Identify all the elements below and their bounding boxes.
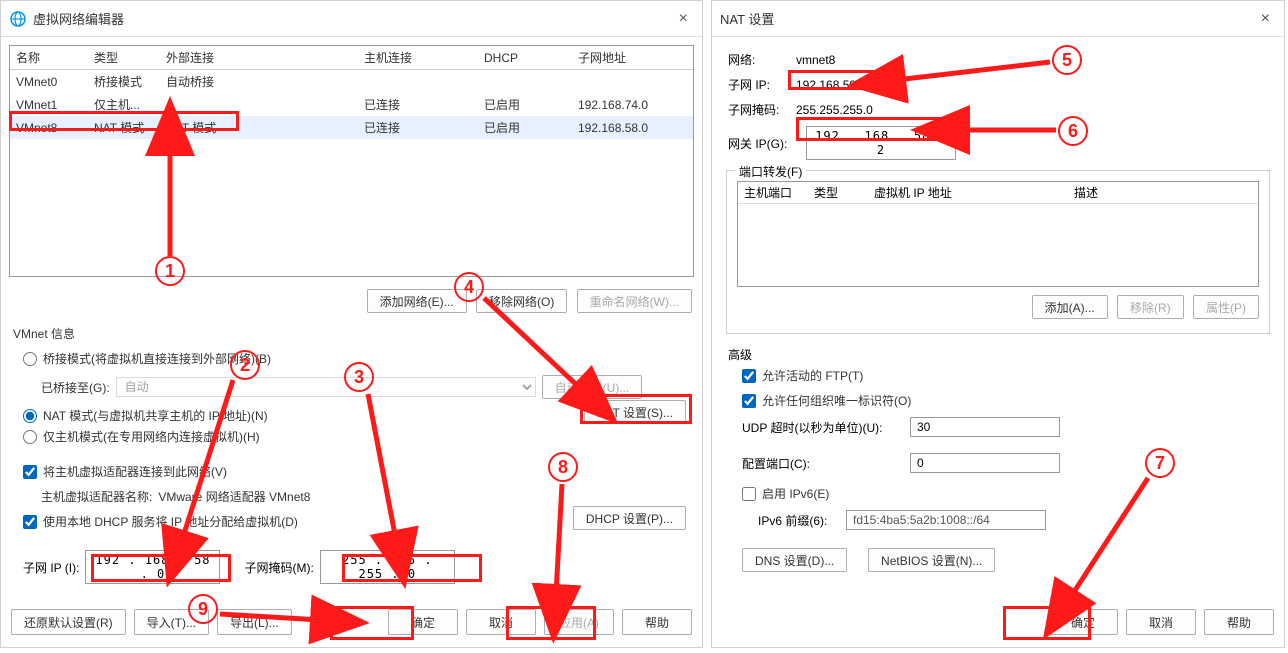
subnet-mask-input[interactable]: 255 . 255 . 255 . 0 <box>320 550 455 584</box>
check-ipv6[interactable] <box>742 487 756 501</box>
radio-nat[interactable] <box>23 409 37 423</box>
dialog-title: 虚拟网络编辑器 <box>33 9 673 28</box>
apply-button[interactable]: 应用(A) <box>544 609 614 635</box>
col-host[interactable]: 主机连接 <box>358 46 478 70</box>
titlebar: 虚拟网络编辑器 × <box>1 1 702 37</box>
ok-button[interactable]: 确定 <box>388 609 458 635</box>
subnet-mask-value: 255.255.255.0 <box>796 103 873 117</box>
titlebar: NAT 设置 × <box>712 1 1284 37</box>
check-host-adapter-row[interactable]: 将主机虚拟适配器连接到此网络(V) <box>1 459 702 484</box>
virtual-network-editor-dialog: 虚拟网络编辑器 × 名称 类型 外部连接 主机连接 DHCP 子网地址 VMne… <box>0 0 703 648</box>
vmnet-info-label: VMnet 信息 <box>1 321 702 346</box>
nat-settings-dialog: NAT 设置 × 网络: vmnet8 子网 IP: 192.168.58.0 … <box>711 0 1285 648</box>
network-value: vmnet8 <box>796 53 835 67</box>
host-adapter-name-label: 主机虚拟适配器名称: <box>41 488 152 505</box>
subnet-ip-label: 子网 IP (I): <box>23 559 79 576</box>
ok-button[interactable]: 确定 <box>1048 609 1118 635</box>
close-icon[interactable]: × <box>1255 10 1276 28</box>
port-properties-button[interactable]: 属性(P) <box>1193 295 1259 319</box>
restore-defaults-button[interactable]: 还原默认设置(R) <box>11 609 126 635</box>
radio-bridged[interactable] <box>23 352 37 366</box>
dialog-title: NAT 设置 <box>720 9 1255 28</box>
check-host-adapter[interactable] <box>23 465 37 479</box>
table-row-selected[interactable]: VMnet8 NAT 模式 NAT 模式 已连接 已启用 192.168.58.… <box>10 116 693 139</box>
dns-settings-button[interactable]: DNS 设置(D)... <box>742 548 847 572</box>
table-row[interactable]: VMnet0 桥接模式 自动桥接 <box>10 70 693 94</box>
dhcp-settings-button[interactable]: DHCP 设置(P)... <box>573 506 686 530</box>
col-desc[interactable]: 描述 <box>1068 182 1258 204</box>
subnet-mask-label: 子网掩码: <box>728 101 788 118</box>
port-forward-table[interactable]: 主机端口 类型 虚拟机 IP 地址 描述 <box>737 181 1259 287</box>
port-forward-legend: 端口转发(F) <box>735 163 806 180</box>
gateway-label: 网关 IP(G): <box>728 135 798 152</box>
gateway-input[interactable]: 192 . 168 . 58 . 2 <box>806 126 956 160</box>
network-label: 网络: <box>728 51 788 68</box>
cancel-button[interactable]: 取消 <box>1126 609 1196 635</box>
port-add-button[interactable]: 添加(A)... <box>1032 295 1108 319</box>
subnet-ip-value: 192.168.58.0 <box>796 78 866 92</box>
host-adapter-name-value: VMware 网络适配器 VMnet8 <box>158 488 310 505</box>
port-forward-fieldset: 端口转发(F) 主机端口 类型 虚拟机 IP 地址 描述 添加(A)... 移除… <box>726 170 1270 334</box>
import-button[interactable]: 导入(T)... <box>134 609 209 635</box>
col-external[interactable]: 外部连接 <box>160 46 358 70</box>
nat-settings-button[interactable]: NAT 设置(S)... <box>584 400 686 424</box>
ipv6-prefix-input[interactable] <box>846 510 1046 530</box>
bridged-to-label: 已桥接至(G): <box>41 379 110 396</box>
check-dhcp[interactable] <box>23 515 37 529</box>
help-button[interactable]: 帮助 <box>1204 609 1274 635</box>
help-button[interactable]: 帮助 <box>622 609 692 635</box>
network-table[interactable]: 名称 类型 外部连接 主机连接 DHCP 子网地址 VMnet0 桥接模式 自动… <box>9 45 694 277</box>
close-icon[interactable]: × <box>673 10 694 28</box>
config-port-label: 配置端口(C): <box>742 455 902 472</box>
port-remove-button[interactable]: 移除(R) <box>1117 295 1184 319</box>
col-hostport[interactable]: 主机端口 <box>738 182 808 204</box>
col-name[interactable]: 名称 <box>10 46 88 70</box>
app-icon <box>9 10 27 28</box>
udp-timeout-input[interactable] <box>910 417 1060 437</box>
udp-timeout-label: UDP 超时(以秒为单位)(U): <box>742 419 902 436</box>
subnet-mask-label: 子网掩码(M): <box>244 559 313 576</box>
rename-network-button[interactable]: 重命名网络(W)... <box>577 289 692 313</box>
check-oui-row[interactable]: 允许任何组织唯一标识符(O) <box>712 388 1284 413</box>
check-ftp-row[interactable]: 允许活动的 FTP(T) <box>712 363 1284 388</box>
subnet-ip-input[interactable]: 192 . 168 . 58 . 0 <box>85 550 220 584</box>
bridged-to-select[interactable]: 自动 <box>116 377 536 397</box>
auto-settings-button[interactable]: 自动设置(U)... <box>542 375 643 399</box>
col-dhcp[interactable]: DHCP <box>478 46 572 70</box>
advanced-label: 高级 <box>712 340 1284 363</box>
remove-network-button[interactable]: 移除网络(O) <box>476 289 567 313</box>
check-ftp[interactable] <box>742 369 756 383</box>
add-network-button[interactable]: 添加网络(E)... <box>367 289 467 313</box>
col-subnet[interactable]: 子网地址 <box>572 46 693 70</box>
radio-hostonly[interactable] <box>23 430 37 444</box>
radio-hostonly-row[interactable]: 仅主机模式(在专用网络内连接虚拟机)(H) <box>1 424 702 449</box>
table-row[interactable]: VMnet1 仅主机... - 已连接 已启用 192.168.74.0 <box>10 93 693 116</box>
export-button[interactable]: 导出(L)... <box>217 609 292 635</box>
config-port-input[interactable] <box>910 453 1060 473</box>
check-oui[interactable] <box>742 394 756 408</box>
col-vmip[interactable]: 虚拟机 IP 地址 <box>868 182 1068 204</box>
col-type[interactable]: 类型 <box>88 46 160 70</box>
col-type[interactable]: 类型 <box>808 182 868 204</box>
ipv6-prefix-label: IPv6 前缀(6): <box>758 512 838 529</box>
radio-bridged-row[interactable]: 桥接模式(将虚拟机直接连接到外部网络)(B) <box>1 346 702 371</box>
check-ipv6-row[interactable]: 启用 IPv6(E) <box>712 481 1284 506</box>
cancel-button[interactable]: 取消 <box>466 609 536 635</box>
subnet-ip-label: 子网 IP: <box>728 76 788 93</box>
netbios-settings-button[interactable]: NetBIOS 设置(N)... <box>868 548 995 572</box>
